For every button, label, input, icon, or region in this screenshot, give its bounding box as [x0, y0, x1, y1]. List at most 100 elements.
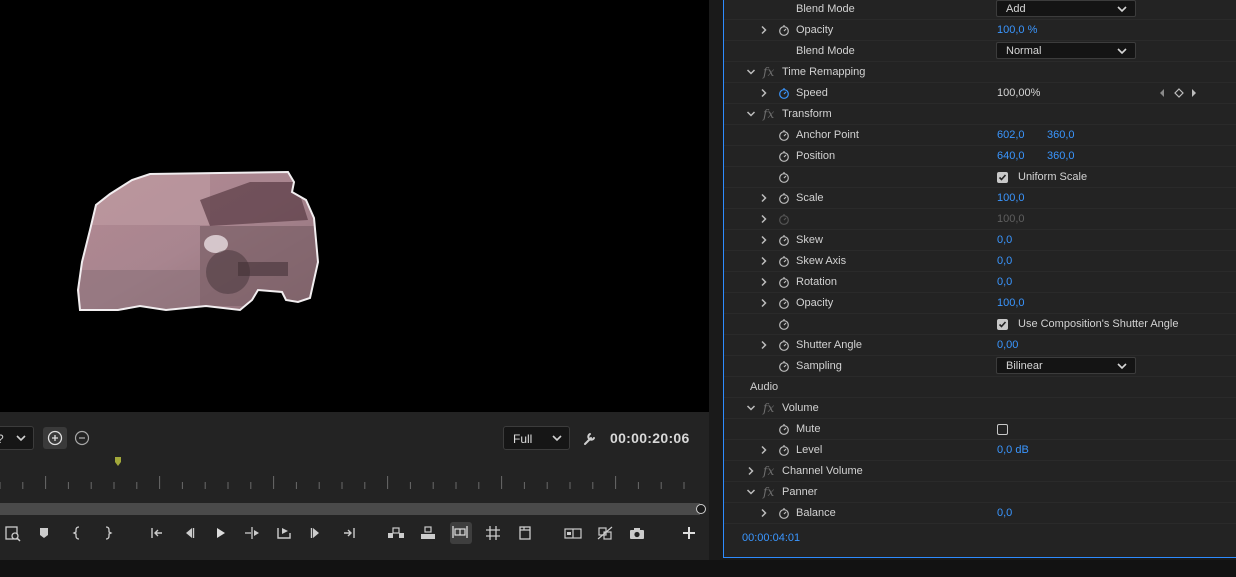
stopwatch-icon[interactable] — [778, 423, 790, 435]
twirl-closed-icon[interactable] — [759, 445, 769, 455]
fx-badge-icon[interactable]: fx — [763, 464, 774, 478]
keyframe-navigator[interactable] — [1158, 87, 1198, 99]
next-keyframe-icon[interactable] — [1192, 89, 1196, 97]
wrench-icon[interactable] — [582, 430, 598, 446]
property-row[interactable]: Skew Axis 0,0 — [724, 251, 1236, 272]
time-ruler[interactable] — [0, 452, 709, 498]
property-row[interactable]: Skew 0,0 — [724, 230, 1236, 251]
twirl-open-icon[interactable] — [746, 67, 756, 77]
multi-camera-button[interactable] — [515, 523, 535, 543]
twirl-closed-icon[interactable] — [759, 235, 769, 245]
stopwatch-icon[interactable] — [778, 213, 790, 225]
property-row[interactable]: Shutter Angle 0,00 — [724, 335, 1236, 356]
property-row[interactable]: Rotation 0,0 — [724, 272, 1236, 293]
property-row[interactable]: 100,0 — [724, 209, 1236, 230]
property-dropdown[interactable]: Bilinear — [996, 357, 1136, 374]
property-row[interactable]: Use Composition's Shutter Angle — [724, 314, 1236, 335]
twirl-closed-icon[interactable] — [759, 298, 769, 308]
property-row[interactable]: Sampling Bilinear — [724, 356, 1236, 377]
stopwatch-icon[interactable] — [778, 234, 790, 246]
twirl-closed-icon[interactable] — [759, 25, 769, 35]
effect-header-row[interactable]: fx Channel Volume — [724, 461, 1236, 482]
zoom-in-button[interactable] — [43, 427, 67, 449]
playhead-marker[interactable] — [115, 457, 121, 466]
playhead-timecode[interactable]: 00:00:20:06 — [610, 430, 690, 446]
timeline-scrollbar[interactable] — [0, 503, 700, 515]
property-row[interactable]: Mute — [724, 419, 1236, 440]
twirl-closed-icon[interactable] — [759, 277, 769, 287]
proxy-toggle-button[interactable] — [595, 523, 615, 543]
checkbox-checked-icon[interactable] — [997, 172, 1008, 183]
stopwatch-icon[interactable] — [778, 444, 790, 456]
effect-controls-timecode[interactable]: 00:00:04:01 — [742, 532, 800, 544]
comparison-view-button[interactable] — [563, 523, 583, 543]
property-dropdown[interactable]: Add — [996, 0, 1136, 17]
export-frame-magnifier-button[interactable] — [3, 523, 23, 543]
button-editor-button[interactable] — [679, 523, 699, 543]
stopwatch-icon[interactable] — [778, 360, 790, 372]
play-in-to-out-button[interactable] — [274, 523, 294, 543]
zoom-out-button[interactable] — [74, 430, 90, 446]
property-row[interactable]: Balance 0,0 — [724, 503, 1236, 524]
property-row[interactable]: Blend Mode Normal — [724, 41, 1236, 62]
twirl-open-icon[interactable] — [746, 109, 756, 119]
property-row[interactable]: Level 0,0 dB — [724, 440, 1236, 461]
step-back-button[interactable] — [179, 523, 199, 543]
fx-badge-icon[interactable]: fx — [763, 401, 774, 415]
effect-header-row[interactable]: fx Transform — [724, 104, 1236, 125]
property-row[interactable]: Anchor Point 602,0 360,0 — [724, 125, 1236, 146]
property-row[interactable]: Position 640,0 360,0 — [724, 146, 1236, 167]
playback-resolution-dropdown[interactable]: Full — [503, 426, 570, 450]
stopwatch-icon[interactable] — [778, 24, 790, 36]
fx-badge-icon[interactable]: fx — [763, 485, 774, 499]
fx-badge-icon[interactable]: fx — [763, 107, 774, 121]
stopwatch-icon[interactable] — [778, 255, 790, 267]
twirl-closed-icon[interactable] — [746, 466, 756, 476]
add-keyframe-icon[interactable] — [1174, 88, 1184, 98]
stopwatch-icon[interactable] — [778, 150, 790, 162]
stopwatch-icon[interactable] — [778, 192, 790, 204]
export-frame-button[interactable] — [627, 523, 647, 543]
property-row[interactable]: Speed 100,00% — [724, 83, 1236, 104]
trim-toggle-button[interactable] — [450, 522, 472, 544]
twirl-open-icon[interactable] — [746, 487, 756, 497]
stopwatch-icon[interactable] — [778, 318, 790, 330]
twirl-closed-icon[interactable] — [759, 340, 769, 350]
stopwatch-icon[interactable] — [778, 129, 790, 141]
twirl-closed-icon[interactable] — [759, 193, 769, 203]
add-marker-button[interactable] — [34, 523, 54, 543]
stopwatch-icon[interactable] — [778, 276, 790, 288]
checkbox-unchecked-icon[interactable] — [997, 424, 1008, 435]
scrollbar-handle[interactable] — [696, 504, 706, 514]
checkbox-checked-icon[interactable] — [997, 319, 1008, 330]
mark-out-button[interactable] — [97, 523, 117, 543]
property-dropdown[interactable]: Normal — [996, 42, 1136, 59]
effect-header-row[interactable]: fx Volume — [724, 398, 1236, 419]
property-row[interactable]: Uniform Scale — [724, 167, 1236, 188]
property-row[interactable]: Blend Mode Add — [724, 0, 1236, 20]
property-row[interactable]: Opacity 100,0 — [724, 293, 1236, 314]
zoom-level-dropdown[interactable]: ? — [0, 426, 34, 450]
go-to-in-button[interactable] — [147, 523, 167, 543]
property-row[interactable]: Opacity 100,0 % — [724, 20, 1236, 41]
twirl-open-icon[interactable] — [746, 403, 756, 413]
go-to-out-button[interactable] — [339, 523, 359, 543]
lift-button[interactable] — [386, 523, 406, 543]
stopwatch-icon[interactable] — [778, 339, 790, 351]
effect-header-row[interactable]: fx Panner — [724, 482, 1236, 503]
previous-keyframe-icon[interactable] — [1160, 89, 1164, 97]
step-forward-button[interactable] — [242, 523, 262, 543]
twirl-closed-icon[interactable] — [759, 256, 769, 266]
video-frame[interactable] — [0, 0, 709, 412]
play-button[interactable] — [210, 523, 230, 543]
stopwatch-icon[interactable] — [778, 297, 790, 309]
stopwatch-icon[interactable] — [778, 171, 790, 183]
mark-in-button[interactable] — [68, 523, 88, 543]
fx-badge-icon[interactable]: fx — [763, 65, 774, 79]
twirl-closed-icon[interactable] — [759, 508, 769, 518]
effect-header-row[interactable]: fx Time Remapping — [724, 62, 1236, 83]
property-row[interactable]: Scale 100,0 — [724, 188, 1236, 209]
stopwatch-icon[interactable] — [778, 507, 790, 519]
safe-margins-button[interactable] — [483, 523, 503, 543]
extract-button[interactable] — [418, 523, 438, 543]
